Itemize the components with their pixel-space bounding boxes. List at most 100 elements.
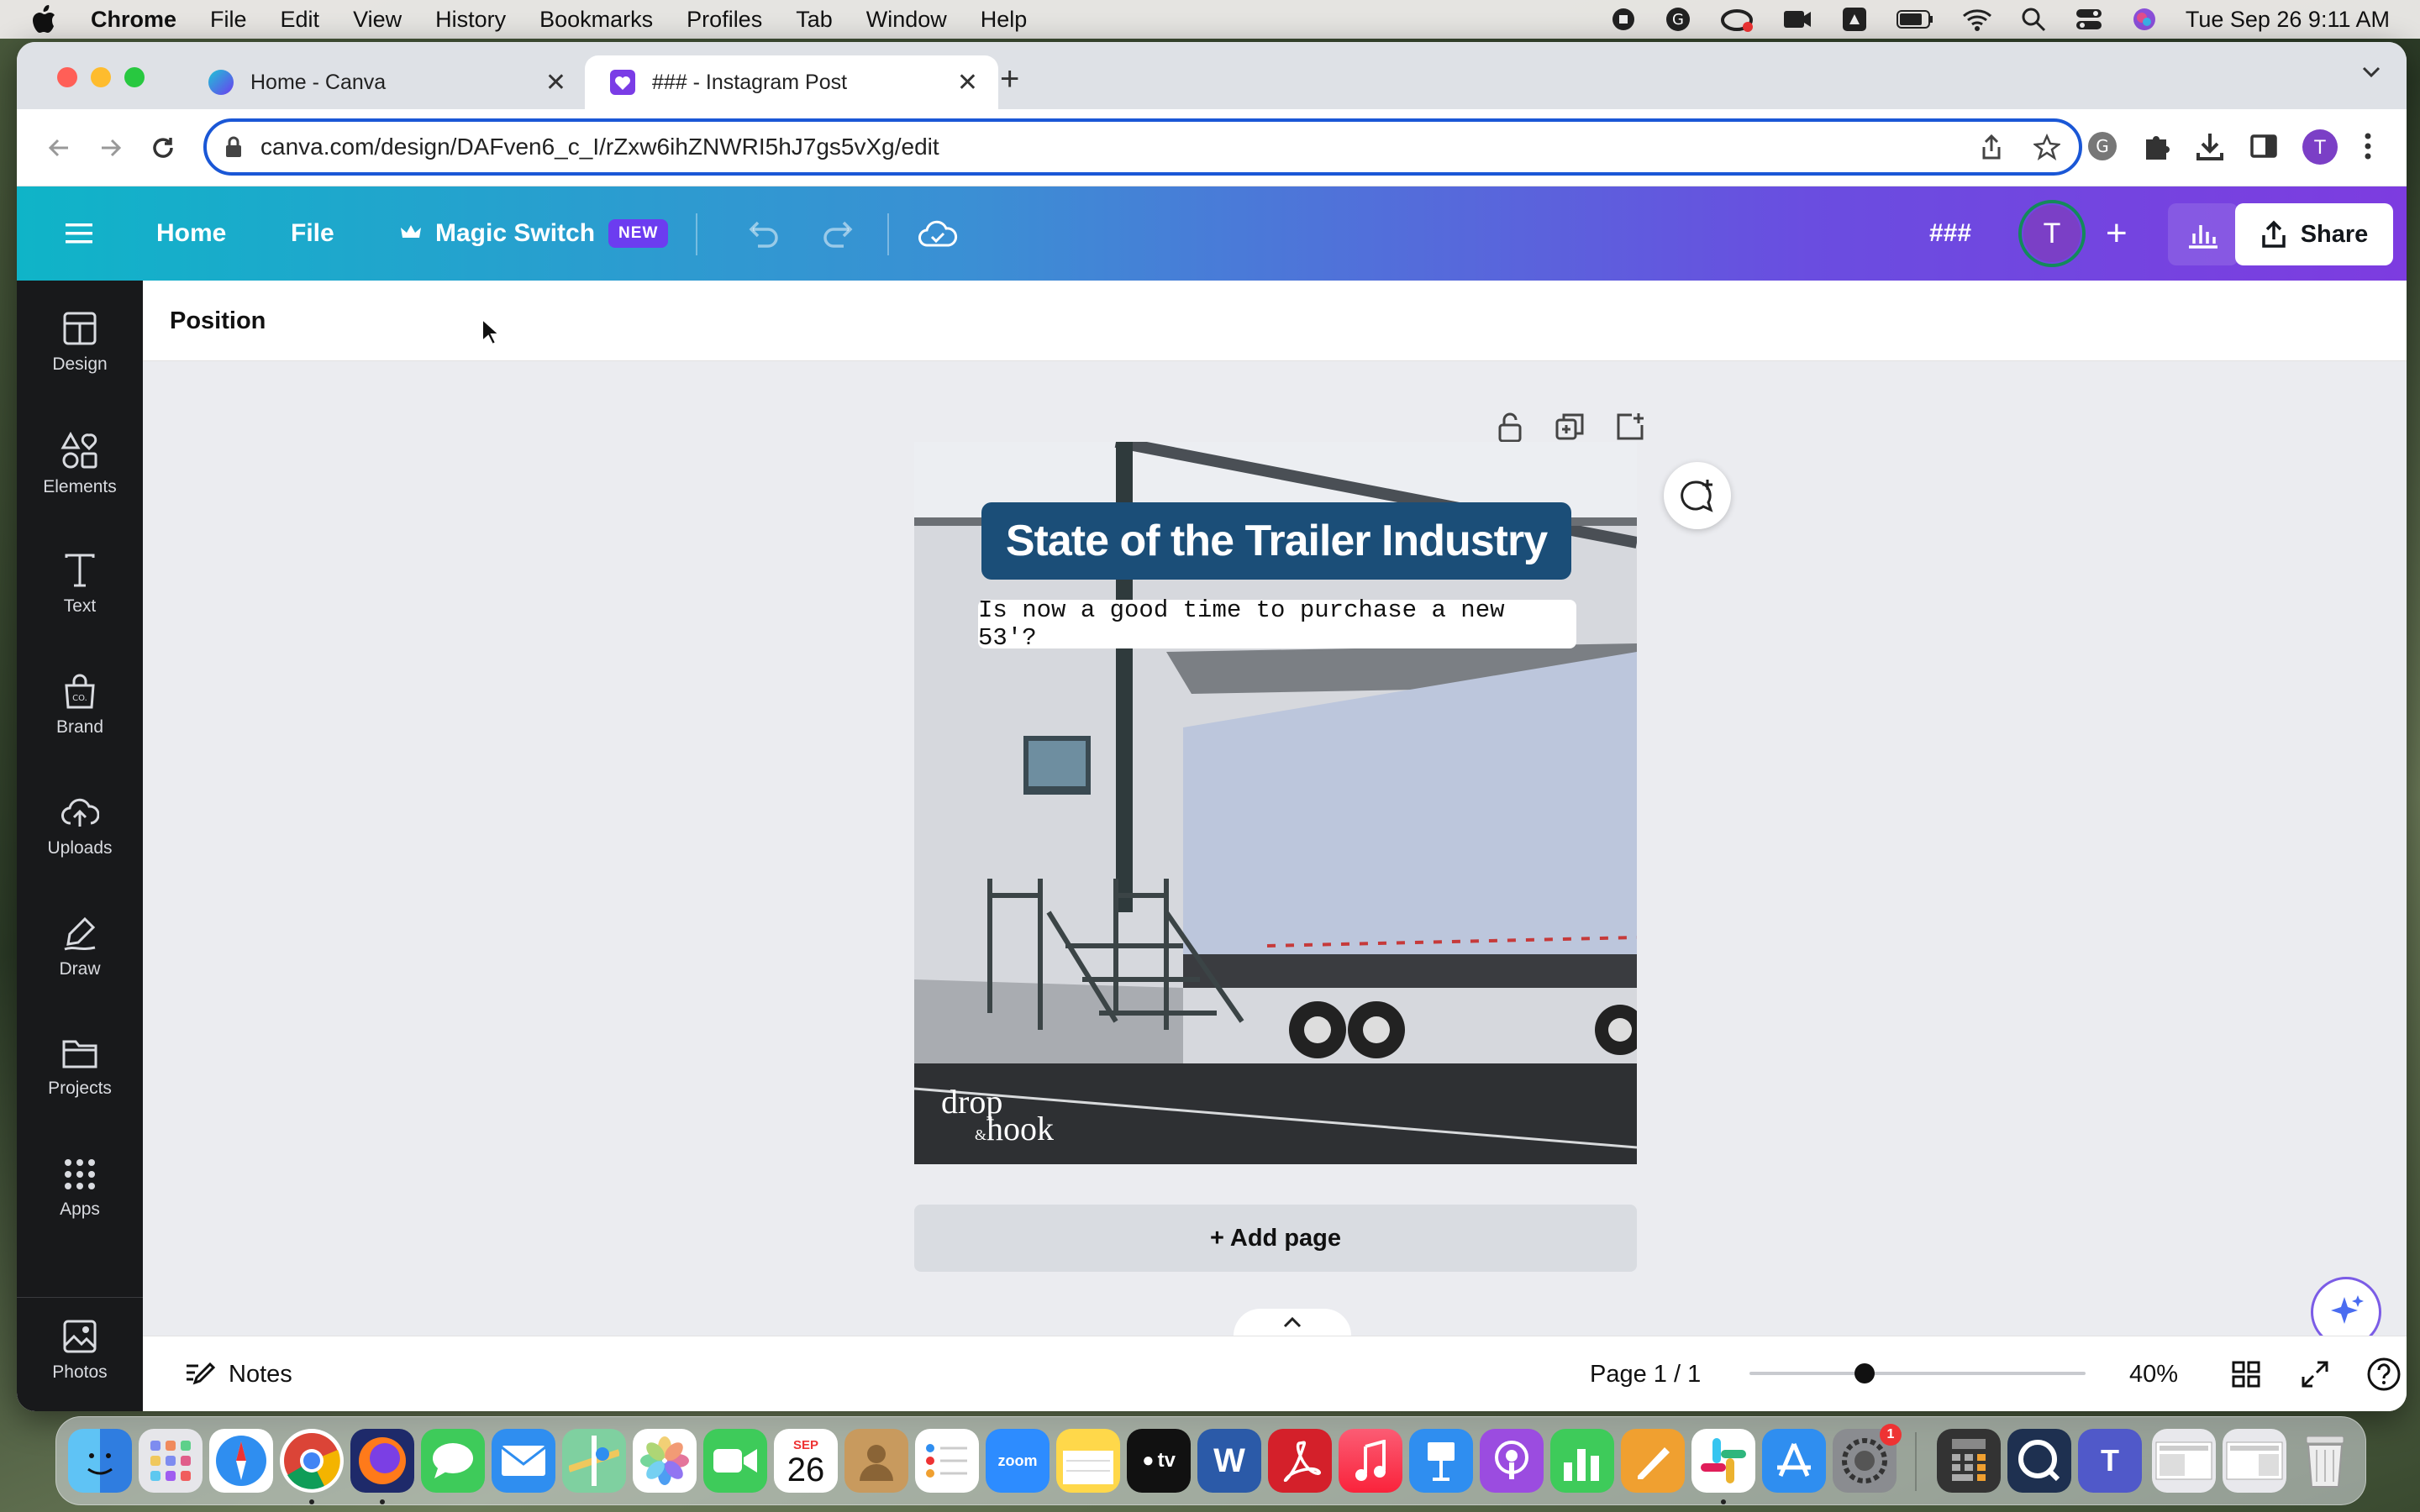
add-page-icon[interactable] [1615, 412, 1645, 444]
magic-switch-button[interactable]: Magic Switch NEW [400, 186, 669, 281]
profile-avatar[interactable]: T [2301, 128, 2339, 166]
close-window-button[interactable] [57, 67, 77, 87]
forward-arrow-icon[interactable] [92, 129, 129, 166]
fullscreen-icon[interactable] [2301, 1336, 2329, 1411]
safari-icon[interactable] [209, 1429, 273, 1493]
menu-app-name[interactable]: Chrome [91, 7, 176, 33]
creative-cloud-icon[interactable] [1720, 7, 1754, 32]
redo-icon[interactable] [822, 186, 857, 281]
apple-icon[interactable] [32, 5, 66, 34]
contacts-icon[interactable] [844, 1429, 908, 1493]
menubar-datetime[interactable]: Tue Sep 26 9:11 AM [2186, 7, 2390, 33]
menu-edit[interactable]: Edit [281, 7, 320, 33]
cloud-saved-icon[interactable] [918, 186, 958, 281]
grammarly-extension-icon[interactable]: G [2086, 129, 2119, 163]
maps-icon[interactable] [562, 1429, 626, 1493]
home-nav-button[interactable]: Home [156, 186, 226, 281]
spotlight-search-icon[interactable] [2021, 7, 2046, 32]
menu-tab[interactable]: Tab [796, 7, 833, 33]
instagram-post-design[interactable]: State of the Trailer Industry Is now a g… [914, 442, 1637, 1164]
menu-history[interactable]: History [435, 7, 506, 33]
podcasts-icon[interactable] [1480, 1429, 1544, 1493]
notes-button[interactable]: Notes [185, 1336, 292, 1411]
control-center-icon[interactable] [2075, 7, 2103, 32]
zoom-slider-thumb[interactable] [1854, 1363, 1875, 1383]
design-title-field[interactable]: ### [1929, 186, 1971, 281]
system-settings-icon[interactable]: 1 [1833, 1424, 1902, 1493]
sidebar-item-draw[interactable]: Draw [17, 916, 143, 979]
position-button[interactable]: Position [170, 307, 266, 335]
zoom-slider[interactable] [1749, 1363, 2086, 1383]
chrome-dock-icon[interactable] [280, 1429, 344, 1493]
menu-file[interactable]: File [210, 7, 247, 33]
notes-app-icon[interactable] [1056, 1429, 1120, 1493]
camera-icon[interactable] [1782, 8, 1812, 31]
reminders-icon[interactable] [915, 1429, 979, 1493]
quicktime-icon[interactable] [2007, 1429, 2071, 1493]
sidebar-item-apps[interactable]: Apps [17, 1158, 143, 1220]
sidebar-item-photos[interactable]: Photos [17, 1319, 143, 1383]
drive-icon[interactable] [1841, 6, 1868, 33]
zoom-app-icon[interactable]: zoom [986, 1429, 1050, 1493]
tab-home-canva[interactable]: Home - Canva ✕ [183, 55, 587, 109]
share-button[interactable]: Share [2235, 203, 2393, 265]
sidebar-item-uploads[interactable]: Uploads [17, 795, 143, 858]
calculator-icon[interactable] [1937, 1429, 2001, 1493]
add-collaborator-plus-icon[interactable]: + [2106, 186, 2128, 281]
sidebar-item-brand[interactable]: CO. Brand [17, 674, 143, 738]
url-text[interactable]: canva.com/design/DAFven6_c_I/rZxw6ihZNWR… [260, 134, 939, 160]
chrome-menu-kebab-icon[interactable] [2363, 129, 2373, 163]
photos-app-icon[interactable] [633, 1429, 697, 1493]
keynote-icon[interactable] [1409, 1429, 1473, 1493]
menu-help[interactable]: Help [981, 7, 1028, 33]
hamburger-menu-icon[interactable] [64, 186, 94, 281]
numbers-icon[interactable] [1550, 1429, 1614, 1493]
sidebar-item-design[interactable]: Design [17, 311, 143, 375]
sidebar-item-elements[interactable]: Elements [17, 432, 143, 497]
apple-tv-icon[interactable]: ● tv [1127, 1429, 1191, 1493]
recent-window-thumbnail[interactable] [2223, 1429, 2286, 1493]
menu-bookmarks[interactable]: Bookmarks [539, 7, 653, 33]
sidebar-item-text[interactable]: Text [17, 553, 143, 617]
maximize-window-button[interactable] [124, 67, 145, 87]
post-subtitle-textbox[interactable]: Is now a good time to purchase a new 53'… [978, 596, 1576, 652]
undo-icon[interactable] [744, 186, 780, 281]
slack-icon[interactable] [1691, 1429, 1755, 1493]
grammarly-icon[interactable]: G [1665, 6, 1691, 33]
finder-icon[interactable] [68, 1429, 132, 1493]
tab-search-chevron-icon[interactable] [2361, 66, 2381, 79]
wifi-icon[interactable] [1962, 8, 1992, 31]
lock-page-icon[interactable] [1496, 412, 1524, 444]
expand-pages-chevron-icon[interactable] [1234, 1309, 1351, 1336]
post-title-textbox[interactable]: State of the Trailer Industry [981, 502, 1571, 580]
microsoft-word-icon[interactable]: W [1197, 1429, 1261, 1493]
facetime-icon[interactable] [703, 1429, 767, 1493]
back-arrow-icon[interactable] [40, 129, 77, 166]
collaborator-avatar[interactable]: T [2018, 200, 2086, 267]
grid-view-icon[interactable] [2232, 1336, 2260, 1411]
microsoft-teams-icon[interactable]: T [2078, 1429, 2142, 1493]
page-indicator-button[interactable]: Page 1 / 1 [1590, 1336, 1701, 1411]
duplicate-page-icon[interactable] [1555, 412, 1585, 444]
close-tab-icon[interactable]: ✕ [957, 68, 978, 97]
add-page-button[interactable]: + Add page [914, 1205, 1637, 1272]
downloads-icon[interactable] [2193, 129, 2227, 163]
music-icon[interactable] [1339, 1429, 1402, 1493]
drop-and-hook-logo[interactable]: drop &hook [941, 1085, 1054, 1148]
lock-icon[interactable] [224, 135, 244, 159]
help-icon[interactable] [2366, 1336, 2402, 1411]
menu-view[interactable]: View [353, 7, 402, 33]
file-menu-button[interactable]: File [291, 186, 334, 281]
extensions-puzzle-icon[interactable] [2139, 129, 2173, 163]
menu-window[interactable]: Window [866, 7, 947, 33]
firefox-icon[interactable] [350, 1429, 414, 1493]
pages-icon[interactable] [1621, 1429, 1685, 1493]
menu-profiles[interactable]: Profiles [687, 7, 762, 33]
acrobat-icon[interactable] [1268, 1429, 1332, 1493]
mail-icon[interactable] [492, 1429, 555, 1493]
new-tab-button[interactable]: + [1000, 60, 1019, 98]
minimize-window-button[interactable] [91, 67, 111, 87]
share-page-icon[interactable] [1980, 134, 2003, 160]
reload-icon[interactable] [145, 129, 182, 166]
recent-window-thumbnail[interactable] [2152, 1429, 2216, 1493]
